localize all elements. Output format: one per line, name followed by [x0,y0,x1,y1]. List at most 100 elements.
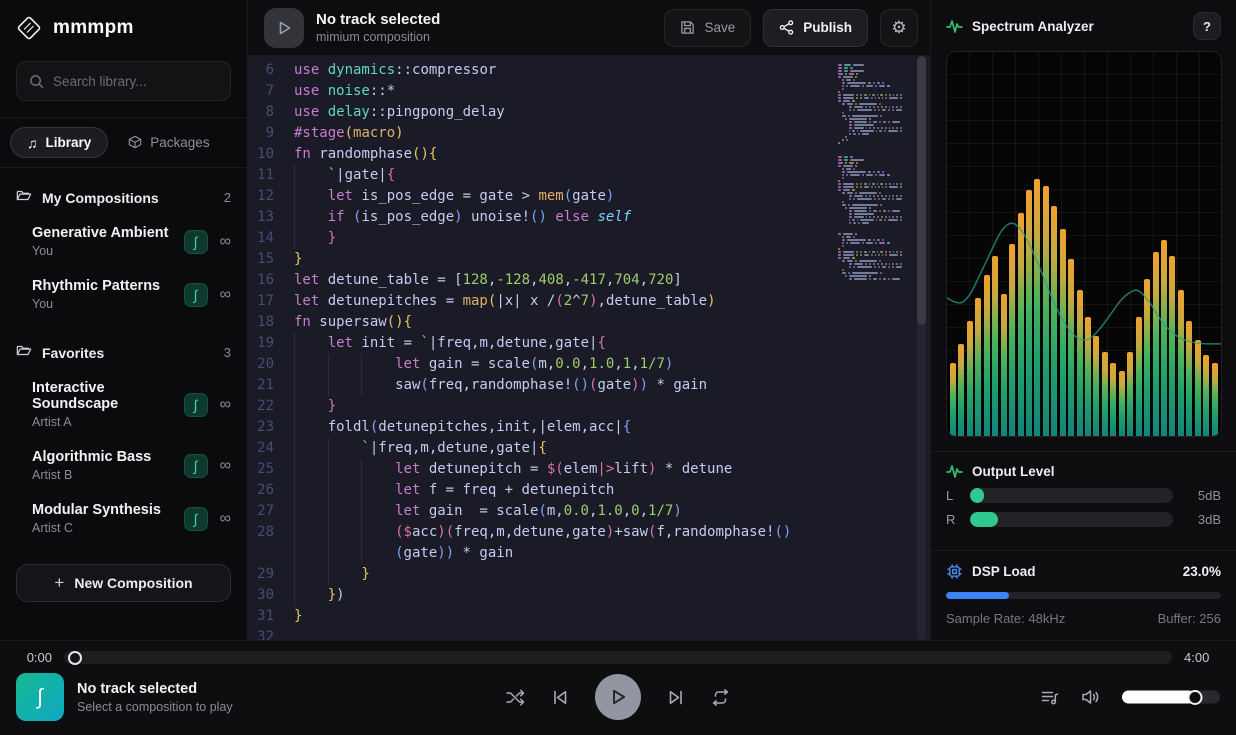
infinity-icon: ∞ [220,234,231,250]
app-window: mmmpm ♫ Library Packages [0,0,1236,735]
gear-icon: ⚙ [891,18,906,38]
share-icon [779,20,794,35]
analysis-panel: Spectrum Analyzer ? Output Level L 5dB [930,0,1236,640]
buffer-size: Buffer: 256 [1158,611,1221,626]
code-line: 32 [248,627,930,640]
search-input[interactable] [53,74,230,89]
queue-button[interactable] [1041,689,1059,705]
play-icon [277,20,292,36]
mimium-badge-icon: ∫ [184,507,208,531]
section-count: 3 [224,345,231,360]
mimium-badge-icon: ∫ [184,230,208,254]
time-current: 0:00 [16,650,52,665]
search-box[interactable] [16,61,231,101]
infinity-icon: ∞ [220,511,231,527]
code-line: 28($acc)(freq,m,detune,gate)+saw(f,rando… [248,522,930,543]
plus-icon: + [54,573,64,593]
section-count: 2 [224,190,231,205]
code-line: 29} [248,564,930,585]
play-button[interactable] [595,674,641,720]
previous-track-button[interactable] [551,689,569,706]
code-line: 9#stage(macro) [248,123,930,144]
code-line: 7use noise::* [248,81,930,102]
folder-icon [16,343,32,362]
meter-label: L [946,488,960,503]
code-editor[interactable]: 6use dynamics::compressor7use noise::*8u… [248,56,930,640]
repeat-button[interactable] [711,689,730,706]
settings-button[interactable]: ⚙ [880,9,918,47]
code-line: 26let f = freq + detunepitch [248,480,930,501]
volume-handle[interactable] [1187,690,1202,705]
preview-play-button[interactable] [264,8,304,48]
list-item-modular-synthesis[interactable]: Modular Synthesis Artist C ∫ ∞ [0,492,247,545]
track-subtitle: mimium composition [316,30,652,44]
next-track-button[interactable] [667,689,685,706]
volume-icon[interactable] [1081,689,1100,706]
help-button[interactable]: ? [1193,12,1221,40]
code-line: 12let is_pos_edge = gate > mem(gate) [248,186,930,207]
mimium-badge-icon: ∫ [184,393,208,417]
music-note-icon: ♫ [27,136,38,150]
dsp-load-title: DSP Load [972,564,1174,579]
save-icon [680,20,695,35]
save-label: Save [704,20,735,35]
player-right-controls [1041,689,1220,706]
meter-right: R 3dB [946,512,1221,527]
volume-slider[interactable] [1122,691,1220,704]
publish-label: Publish [803,20,852,35]
code-line: 21saw(freq,randomphase!()(gate)) * gain [248,375,930,396]
infinity-icon: ∞ [220,287,231,303]
code-line: 18fn supersaw(){ [248,312,930,333]
new-composition-button[interactable]: + New Composition [16,564,231,602]
level-meter-r [970,512,1173,527]
seek-bar[interactable] [64,651,1172,664]
seek-handle[interactable] [68,651,82,665]
meter-left: L 5dB [946,488,1221,503]
scrollbar-thumb[interactable] [917,56,926,325]
meter-value: 5dB [1183,488,1221,503]
item-title: Interactive Soundscape [32,380,184,412]
mimium-badge-icon: ∫ [184,454,208,478]
editor-minimap[interactable] [838,64,904,281]
track-title: No track selected [316,11,652,28]
code-line: 20let gain = scale(m,0.0,1.0,1,1/7) [248,354,930,375]
code-line: 31} [248,606,930,627]
mimium-badge-icon: ∫ [184,283,208,307]
code-line: 15} [248,249,930,270]
section-my-compositions[interactable]: My Compositions 2 [0,180,247,215]
section-favorites[interactable]: Favorites 3 [0,335,247,370]
item-subtitle: Artist C [32,521,184,535]
infinity-icon: ∞ [220,458,231,474]
code-line: 14} [248,228,930,249]
code-line: 19let init = `|freq,m,detune,gate|{ [248,333,930,354]
list-item-generative-ambient[interactable]: Generative Ambient You ∫ ∞ [0,215,247,268]
gem-logo-icon [16,15,42,41]
now-playing: ∫ No track selected Select a composition… [16,673,233,721]
code-line: (gate)) * gain [248,543,930,564]
mimium-glyph-icon: ∫ [37,684,43,710]
dsp-load-bar [946,592,1221,599]
shuffle-button[interactable] [506,689,525,706]
tab-packages[interactable]: Packages [112,128,225,158]
section-title: My Compositions [42,190,214,206]
code-line: 17let detunepitches = map(|x| x /(2^7),d… [248,291,930,312]
item-title: Rhythmic Patterns [32,278,184,294]
dsp-load-value: 23.0% [1183,564,1221,579]
now-playing-title: No track selected [77,681,233,697]
library-list: My Compositions 2 Generative Ambient You… [0,168,247,564]
transport-controls [506,674,730,720]
code-line: 27let gain = scale(m,0.0,1.0,0,1/7) [248,501,930,522]
waveform-icon [946,19,963,34]
publish-button[interactable]: Publish [763,9,868,47]
player-bar: 0:00 4:00 ∫ No track selected Select a c… [0,640,1236,735]
code-line: 22} [248,396,930,417]
list-item-rhythmic-patterns[interactable]: Rhythmic Patterns You ∫ ∞ [0,268,247,321]
tab-library[interactable]: ♫ Library [10,127,108,158]
spectrum-analyzer-display [946,51,1222,437]
list-item-interactive-soundscape[interactable]: Interactive Soundscape Artist A ∫ ∞ [0,370,247,439]
editor-scrollbar[interactable] [917,56,926,640]
item-title: Generative Ambient [32,225,184,241]
list-item-algorithmic-bass[interactable]: Algorithmic Bass Artist B ∫ ∞ [0,439,247,492]
save-button[interactable]: Save [664,9,751,47]
time-total: 4:00 [1184,650,1220,665]
